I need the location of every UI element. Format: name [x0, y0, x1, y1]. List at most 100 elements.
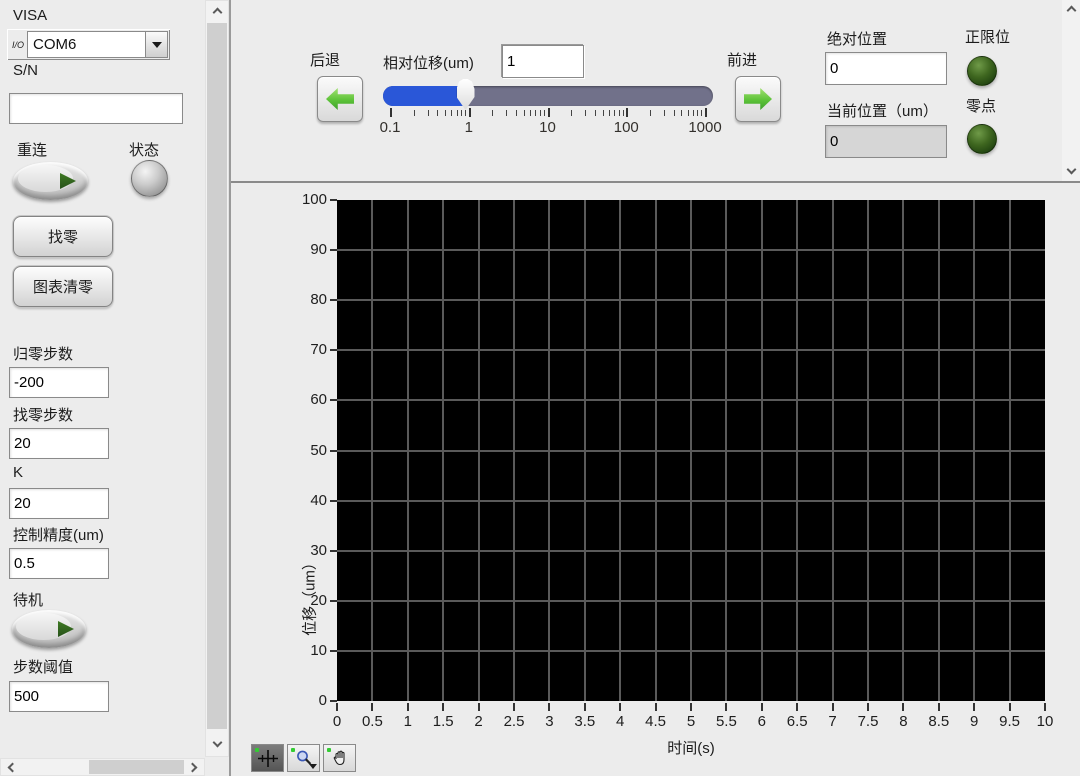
plot-area[interactable] [337, 200, 1045, 701]
chevron-left-icon [8, 762, 18, 772]
positive-limit-label: 正限位 [965, 26, 1010, 47]
x-tick-mark [442, 703, 444, 711]
chart-pane: 位移（um） 0102030405060708090100 00.511.522… [231, 185, 1080, 776]
scroll-right-button[interactable] [184, 759, 204, 775]
x-tick-label: 9.5 [999, 713, 1020, 730]
forward-button[interactable] [735, 76, 781, 122]
x-tick-mark [336, 703, 338, 711]
chevron-down-icon [152, 42, 162, 48]
absolute-position-label: 绝对位置 [827, 28, 887, 49]
control-precision-label: 控制精度(um) [13, 524, 104, 545]
relative-displacement-label: 相对位移(um) [383, 52, 474, 73]
back-button[interactable] [317, 76, 363, 122]
slider-tick-mark [390, 108, 392, 117]
pan-tool-button[interactable] [323, 744, 356, 772]
y-tick-mark [330, 299, 337, 301]
scroll-up-button[interactable] [1062, 0, 1080, 18]
x-tick-label: 0.5 [362, 713, 383, 730]
standby-toggle[interactable] [12, 610, 86, 648]
x-tick-mark [478, 703, 480, 711]
y-tick-label: 100 [261, 191, 327, 208]
x-tick-label: 3.5 [574, 713, 595, 730]
y-tick-mark [330, 650, 337, 652]
slider-tick-label: 10 [539, 119, 556, 136]
x-tick-label: 4.5 [645, 713, 666, 730]
crosshair-icon [258, 750, 278, 767]
scroll-down-button[interactable] [206, 734, 228, 754]
slider-tick-label: 100 [614, 119, 639, 136]
x-tick-label: 0 [333, 713, 341, 730]
x-tick-mark [902, 703, 904, 711]
crosshair-tool-button[interactable] [251, 744, 284, 772]
x-tick-label: 5 [687, 713, 695, 730]
hand-icon [331, 749, 349, 767]
y-tick-label: 0 [261, 692, 327, 709]
control-precision-input[interactable] [9, 548, 109, 579]
chevron-right-icon [188, 762, 198, 772]
visa-resource-combobox[interactable]: I/O COM6 [7, 29, 170, 60]
x-tick-mark [407, 703, 409, 711]
slider-fill [383, 86, 466, 106]
green-dot-icon [255, 748, 259, 752]
x-tick-label: 8 [899, 713, 907, 730]
x-tick-mark [655, 703, 657, 711]
scroll-down-button[interactable] [1062, 162, 1080, 180]
zero-return-steps-label: 归零步数 [13, 343, 73, 364]
find-zero-steps-label: 找零步数 [13, 404, 73, 425]
chart-clear-button[interactable]: 图表清零 [13, 266, 113, 307]
arrow-left-icon [326, 87, 354, 111]
slider-tick-label: 1 [465, 119, 473, 136]
y-tick-mark [330, 349, 337, 351]
scrollbar-thumb[interactable] [89, 760, 185, 774]
x-tick-mark [973, 703, 975, 711]
reconnect-toggle[interactable] [13, 162, 88, 200]
left-panel-horizontal-scrollbar[interactable] [0, 758, 205, 776]
zero-return-steps-input[interactable] [9, 367, 109, 398]
sn-input[interactable] [9, 93, 183, 124]
left-panel-vertical-scrollbar[interactable] [205, 0, 229, 757]
scroll-left-button[interactable] [1, 759, 21, 775]
chevron-down-icon [1066, 165, 1076, 175]
zoom-tool-button[interactable] [287, 744, 320, 772]
x-tick-label: 2 [474, 713, 482, 730]
find-zero-steps-input[interactable] [9, 428, 109, 459]
reconnect-label: 重连 [17, 139, 47, 160]
find-zero-button[interactable]: 找零 [13, 216, 113, 257]
motion-control-panel: 后退 相对位移(um) 0.11101001000 前进 绝对位置 当前位置（u… [231, 0, 1080, 183]
x-tick-label: 3 [545, 713, 553, 730]
x-tick-label: 10 [1037, 713, 1054, 730]
green-dot-icon [291, 748, 295, 752]
chevron-down-icon [212, 738, 222, 748]
step-threshold-input[interactable] [9, 681, 109, 712]
right-pane: 后退 相对位移(um) 0.11101001000 前进 绝对位置 当前位置（u… [229, 0, 1080, 776]
x-tick-mark [725, 703, 727, 711]
green-dot-icon [327, 748, 331, 752]
absolute-position-input[interactable] [825, 52, 947, 85]
zero-point-led [967, 124, 997, 154]
relative-displacement-input[interactable] [502, 45, 584, 78]
visa-dropdown-button[interactable] [146, 31, 168, 58]
x-tick-label: 4 [616, 713, 624, 730]
y-tick-mark [330, 600, 337, 602]
scroll-up-button[interactable] [206, 1, 228, 21]
back-label: 后退 [310, 49, 340, 70]
left-control-panel: VISA I/O COM6 S/N 重连 状态 找零 图表清零 归零步数 找零步… [0, 0, 205, 757]
visa-combobox-value: COM6 [27, 31, 146, 58]
k-label: K [13, 464, 23, 481]
visa-io-icon: I/O [9, 31, 27, 58]
chevron-down-icon [309, 764, 317, 769]
y-axis-title: 位移（um） [299, 536, 320, 656]
x-tick-label: 8.5 [928, 713, 949, 730]
slider-tick-mark [548, 108, 550, 117]
top-panel-vertical-scrollbar[interactable] [1062, 0, 1080, 181]
y-tick-label: 70 [261, 341, 327, 358]
k-input[interactable] [9, 488, 109, 519]
y-tick-label: 40 [261, 492, 327, 509]
step-threshold-label: 步数阈值 [13, 656, 73, 677]
scrollbar-thumb[interactable] [207, 23, 227, 729]
displacement-slider[interactable] [383, 86, 713, 106]
chevron-up-icon [212, 8, 222, 18]
zero-point-label: 零点 [966, 95, 996, 116]
y-tick-mark [330, 550, 337, 552]
x-tick-mark [1044, 703, 1046, 711]
